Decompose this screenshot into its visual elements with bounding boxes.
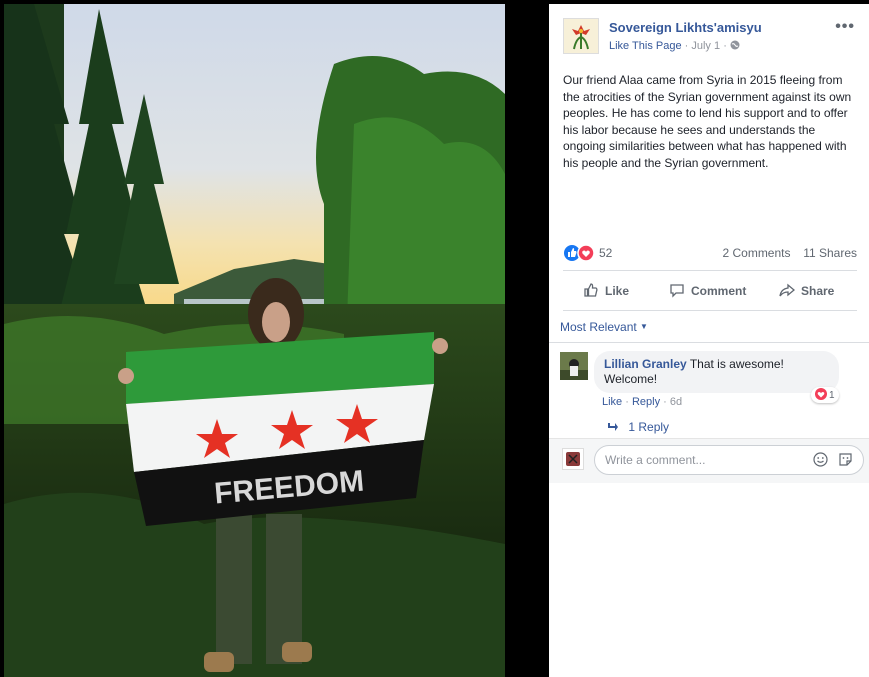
- stats-right: 2 Comments 11 Shares: [722, 246, 857, 260]
- comment-reaction-count: 1: [829, 389, 835, 401]
- divider: [563, 270, 857, 271]
- more-dots-icon[interactable]: •••: [835, 18, 855, 36]
- post-header: Sovereign Likhts'amisyu Like This Page ·…: [563, 18, 863, 58]
- divider: [549, 342, 869, 343]
- comments-count[interactable]: 2 Comments: [722, 246, 790, 260]
- post-actions: Like Comment Share: [563, 272, 857, 310]
- like-button[interactable]: Like: [583, 272, 629, 310]
- thumbs-up-icon: [583, 282, 605, 301]
- comment-button[interactable]: Comment: [669, 272, 746, 310]
- dot-separator: ·: [625, 396, 632, 408]
- commenter-avatar[interactable]: [560, 352, 588, 380]
- write-comment-input[interactable]: Write a comment...: [594, 445, 864, 475]
- share-arrow-icon: [779, 282, 801, 301]
- syrian-flag: FREEDOM: [126, 332, 434, 526]
- comment-button-label: Comment: [691, 284, 747, 298]
- post-text: Our friend Alaa came from Syria in 2015 …: [563, 73, 852, 170]
- post-stats: 52 2 Comments 11 Shares: [563, 244, 857, 262]
- reaction-count[interactable]: 52: [599, 246, 612, 260]
- like-button-label: Like: [605, 284, 630, 298]
- comment-time[interactable]: 6d: [670, 396, 682, 408]
- replies-count: 1 Reply: [628, 420, 670, 434]
- reply-arrow-icon: [607, 420, 622, 434]
- comment-author[interactable]: Lillian Granley: [604, 357, 687, 371]
- post-photo[interactable]: FREEDOM: [4, 4, 505, 677]
- caret-down-icon: ▼: [640, 322, 648, 331]
- sticker-icon[interactable]: [838, 452, 853, 470]
- dot-separator: ·: [723, 40, 730, 52]
- page-avatar[interactable]: [563, 18, 599, 54]
- page-name[interactable]: Sovereign Likhts'amisyu: [609, 20, 762, 35]
- post-subline: Like This Page · July 1 ·: [609, 40, 740, 52]
- post-panel: Sovereign Likhts'amisyu Like This Page ·…: [549, 4, 869, 677]
- dot-separator: ·: [663, 396, 670, 408]
- sort-comments-dropdown[interactable]: Most Relevant ▼: [560, 320, 648, 334]
- write-comment-placeholder: Write a comment...: [605, 453, 706, 467]
- love-reaction-icon: [815, 387, 827, 403]
- comment-reaction-badge[interactable]: 1: [811, 387, 839, 403]
- divider: [563, 310, 857, 311]
- current-user-avatar[interactable]: [562, 448, 584, 470]
- comment-meta: Like · Reply · 6d: [602, 396, 682, 408]
- reaction-icons[interactable]: [563, 244, 597, 265]
- comment-input-icons: [813, 452, 853, 470]
- share-button[interactable]: Share: [779, 272, 834, 310]
- smiley-icon[interactable]: [813, 452, 828, 470]
- view-replies-link[interactable]: 1 Reply: [607, 420, 669, 434]
- comment-bubble: Lillian Granley That is awesome! Welcome…: [594, 351, 839, 393]
- like-page-link[interactable]: Like This Page: [609, 40, 682, 52]
- comment-bubble-icon: [669, 282, 691, 301]
- sort-label: Most Relevant: [560, 320, 637, 334]
- globe-icon: [730, 40, 740, 52]
- comment-like-link[interactable]: Like: [602, 396, 622, 408]
- shares-count[interactable]: 11 Shares: [803, 246, 857, 260]
- post-date[interactable]: July 1: [691, 40, 720, 52]
- share-button-label: Share: [801, 284, 835, 298]
- comment-reply-link[interactable]: Reply: [632, 396, 660, 408]
